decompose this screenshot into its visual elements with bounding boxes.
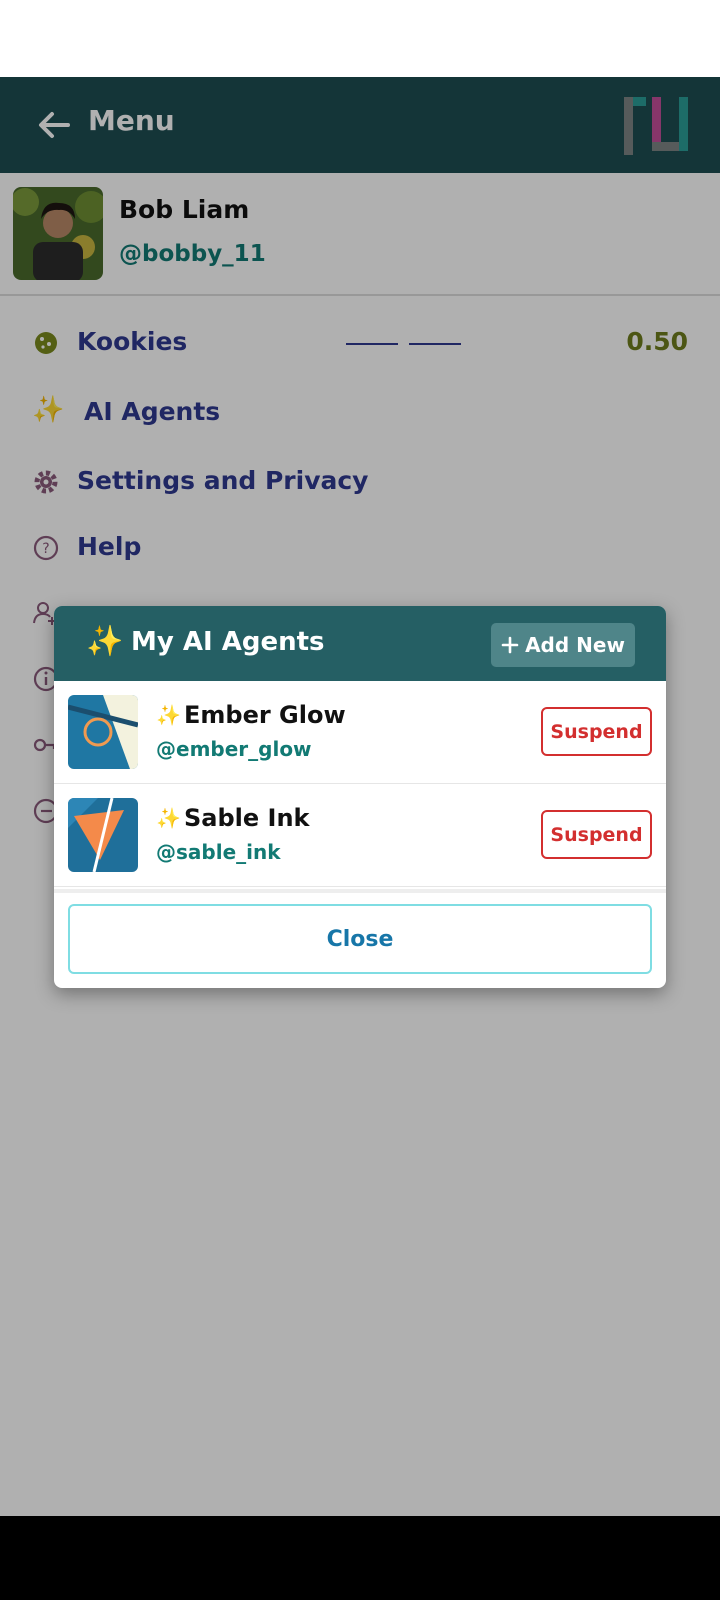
agent-avatar	[68, 798, 138, 872]
system-nav-bar	[0, 1516, 720, 1600]
dialog-header: ✨ My AI Agents Add New	[54, 606, 666, 681]
plus-icon	[501, 636, 519, 654]
add-new-label: Add New	[525, 633, 625, 657]
agent-avatar	[68, 695, 138, 769]
agent-name: Ember Glow	[184, 701, 346, 729]
sparkles-icon: ✨	[86, 624, 124, 659]
add-new-button[interactable]: Add New	[491, 623, 635, 667]
agent-row[interactable]: ✨ Ember Glow @ember_glow Suspend	[54, 681, 666, 784]
agent-handle: @sable_ink	[156, 840, 281, 864]
dialog-title: My AI Agents	[131, 627, 325, 657]
sparkles-icon: ✨	[156, 703, 181, 727]
close-button[interactable]: Close	[68, 904, 652, 974]
agent-handle: @ember_glow	[156, 737, 312, 761]
sparkles-icon: ✨	[156, 806, 181, 830]
status-bar	[0, 0, 720, 77]
agent-row[interactable]: ✨ Sable Ink @sable_ink Suspend	[54, 784, 666, 887]
divider	[54, 889, 666, 893]
suspend-button[interactable]: Suspend	[541, 810, 652, 859]
suspend-button[interactable]: Suspend	[541, 707, 652, 756]
ai-agents-dialog: ✨ My AI Agents Add New ✨ Ember Glow @emb…	[54, 606, 666, 988]
agent-name: Sable Ink	[184, 804, 310, 832]
